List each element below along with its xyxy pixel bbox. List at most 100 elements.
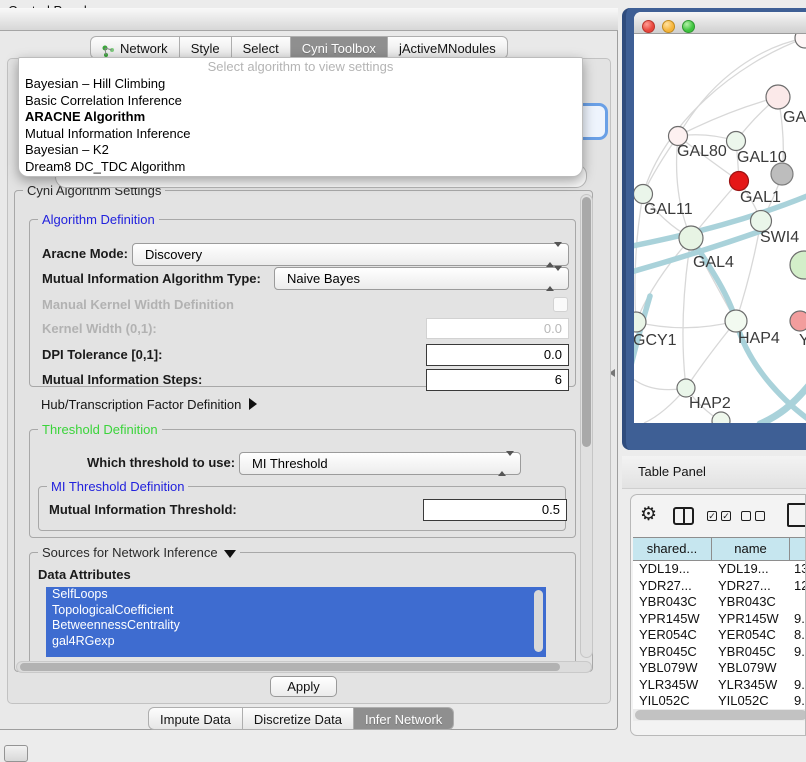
unchecked-checkbox-icon[interactable] xyxy=(755,511,765,521)
attribute-item[interactable]: TopologicalCoefficient xyxy=(46,603,546,619)
node-label: HAP4 xyxy=(738,330,780,348)
data-attributes-list[interactable]: SelfLoops TopologicalCoefficient Between… xyxy=(46,587,546,657)
network-canvas[interactable]: GAL GAL80 GAL10 GAL1 SWI4 GAL11 GAL4 GCY… xyxy=(634,34,806,423)
minimize-traffic-light-icon[interactable] xyxy=(662,20,675,33)
node-gal-partial[interactable] xyxy=(766,85,790,109)
tab-network[interactable]: Network xyxy=(90,36,180,59)
algorithm-option[interactable]: Mutual Information Inference xyxy=(19,126,582,143)
tab-style[interactable]: Style xyxy=(180,36,232,59)
tab-select[interactable]: Select xyxy=(232,36,291,59)
node-top-right[interactable] xyxy=(795,34,806,48)
threshold-definition-title: Threshold Definition xyxy=(38,422,162,437)
node-bottom-partial[interactable] xyxy=(712,412,730,423)
node-gal4[interactable] xyxy=(679,226,703,250)
scrollbar-thumb[interactable] xyxy=(20,663,560,671)
sources-group: Sources for Network Inference Data Attri… xyxy=(29,552,576,668)
algorithm-option[interactable]: Bayesian – K2 xyxy=(19,142,582,159)
collapsed-panel-button[interactable] xyxy=(4,745,28,762)
split-columns-icon[interactable] xyxy=(673,507,694,525)
table-header-row: shared... name xyxy=(633,537,806,561)
mi-steps-field[interactable]: 6 xyxy=(426,369,569,391)
table-row[interactable]: YBR043CYBR043C xyxy=(633,594,806,611)
settings-vertical-scrollbar[interactable] xyxy=(580,194,593,658)
table-row[interactable]: YDR27...YDR27...12 xyxy=(633,578,806,595)
kernel-width-label: Kernel Width (0,1): xyxy=(42,321,157,336)
column-header-partial[interactable] xyxy=(790,538,806,560)
unchecked-checkbox-icon[interactable] xyxy=(741,511,751,521)
tab-impute-data[interactable]: Impute Data xyxy=(148,707,243,730)
table-panel: ⚙ ✓ ✓ shared... name YDL19...YDL19...13 … xyxy=(630,494,806,736)
dpi-tolerance-field[interactable]: 0.0 xyxy=(426,344,569,366)
node-label: GAL80 xyxy=(677,143,727,161)
mi-threshold-definition-title: MI Threshold Definition xyxy=(47,479,188,494)
mi-type-combo[interactable]: Naive Bayes xyxy=(274,267,569,290)
checked-checkbox-icon[interactable]: ✓ xyxy=(721,511,731,521)
node-right-green[interactable] xyxy=(790,251,806,279)
zoom-traffic-light-icon[interactable] xyxy=(682,20,695,33)
node-label: GAL11 xyxy=(644,201,693,219)
combo-stepper-icon xyxy=(546,271,562,286)
attribute-item[interactable]: SelfLoops xyxy=(46,587,546,603)
hub-definition-expander[interactable]: Hub/Transcription Factor Definition xyxy=(41,397,257,412)
algorithm-option[interactable]: Bayesian – Hill Climbing xyxy=(19,76,582,93)
algorithm-option-selected[interactable]: ARACNE Algorithm xyxy=(19,109,582,126)
table-horizontal-scrollbar[interactable] xyxy=(633,709,805,721)
control-panel-titlebar xyxy=(0,8,618,31)
cyni-algorithm-settings-group: Cyni Algorithm Settings Algorithm Defini… xyxy=(14,190,593,672)
document-icon[interactable] xyxy=(787,503,806,527)
mi-threshold-field[interactable]: 0.5 xyxy=(423,499,567,521)
settings-horizontal-scrollbar[interactable] xyxy=(16,661,592,673)
mi-threshold-label: Mutual Information Threshold: xyxy=(49,502,237,517)
algorithm-definition-title: Algorithm Definition xyxy=(38,212,159,227)
mi-type-value: Naive Bayes xyxy=(287,268,360,289)
node-hap4[interactable] xyxy=(725,310,747,332)
scrollbar-thumb[interactable] xyxy=(635,710,806,720)
column-header-shared[interactable]: shared... xyxy=(633,538,712,560)
table-row[interactable]: YPR145WYPR145W9. xyxy=(633,611,806,628)
node-label: GAL10 xyxy=(737,149,787,167)
table-row[interactable]: YIL052CYIL052C9. xyxy=(633,693,806,710)
checked-checkbox-icon[interactable]: ✓ xyxy=(707,511,717,521)
collapse-arrow-icon xyxy=(224,550,236,558)
algorithm-option[interactable]: Dream8 DC_TDC Algorithm xyxy=(19,159,582,176)
table-row[interactable]: YBR045CYBR045C9. xyxy=(633,644,806,661)
node-salmon[interactable] xyxy=(790,311,806,331)
tab-cyni-toolbox[interactable]: Cyni Toolbox xyxy=(291,36,388,59)
popup-prompt: Select algorithm to view settings xyxy=(19,58,582,76)
algorithm-dropdown-popup: Select algorithm to view settings Bayesi… xyxy=(18,57,583,177)
apply-button[interactable]: Apply xyxy=(270,676,337,697)
attribute-item[interactable]: BetweennessCentrality xyxy=(46,618,546,634)
table-row[interactable]: YLR345WYLR345W9. xyxy=(633,677,806,694)
aracne-mode-value: Discovery xyxy=(145,244,202,265)
which-threshold-combo[interactable]: MI Threshold xyxy=(239,452,521,475)
node-label: Y xyxy=(799,332,806,350)
manual-kernel-label: Manual Kernel Width Definition xyxy=(42,297,234,312)
close-traffic-light-icon[interactable] xyxy=(642,20,655,33)
aracne-mode-label: Aracne Mode: xyxy=(42,246,128,261)
scrollbar-thumb[interactable] xyxy=(582,197,591,447)
tab-infer-network[interactable]: Infer Network xyxy=(354,707,454,730)
tab-discretize-data[interactable]: Discretize Data xyxy=(243,707,354,730)
network-window-titlebar xyxy=(634,12,806,34)
attribute-list-scrollbar[interactable] xyxy=(534,590,543,652)
network-window: GAL GAL80 GAL10 GAL1 SWI4 GAL11 GAL4 GCY… xyxy=(634,12,806,423)
sources-title[interactable]: Sources for Network Inference xyxy=(38,545,240,560)
mi-type-label: Mutual Information Algorithm Type: xyxy=(42,271,261,286)
node-selected-red[interactable] xyxy=(730,172,749,191)
node-table: shared... name YDL19...YDL19...13 YDR27.… xyxy=(633,537,806,710)
aracne-mode-combo[interactable]: Discovery xyxy=(132,243,569,266)
node-label: GAL xyxy=(783,109,806,127)
tab-jactivemnodules[interactable]: jActiveMNodules xyxy=(388,36,508,59)
table-row[interactable]: YER054CYER054C8. xyxy=(633,627,806,644)
combo-stepper-icon xyxy=(546,247,562,262)
gear-icon[interactable]: ⚙ xyxy=(640,503,657,526)
table-row[interactable]: YBL079WYBL079W xyxy=(633,660,806,677)
table-row[interactable]: YDL19...YDL19...13 xyxy=(633,561,806,578)
attribute-item[interactable]: gal4RGexp xyxy=(46,634,546,650)
screen: Control Panel ✖ Network Style Select Cyn… xyxy=(0,0,806,762)
node-gal10[interactable] xyxy=(727,132,746,151)
column-header-name[interactable]: name xyxy=(712,538,790,560)
table-panel-title: Table Panel xyxy=(638,464,706,479)
node-label: GAL4 xyxy=(693,254,734,272)
algorithm-option[interactable]: Basic Correlation Inference xyxy=(19,93,582,110)
